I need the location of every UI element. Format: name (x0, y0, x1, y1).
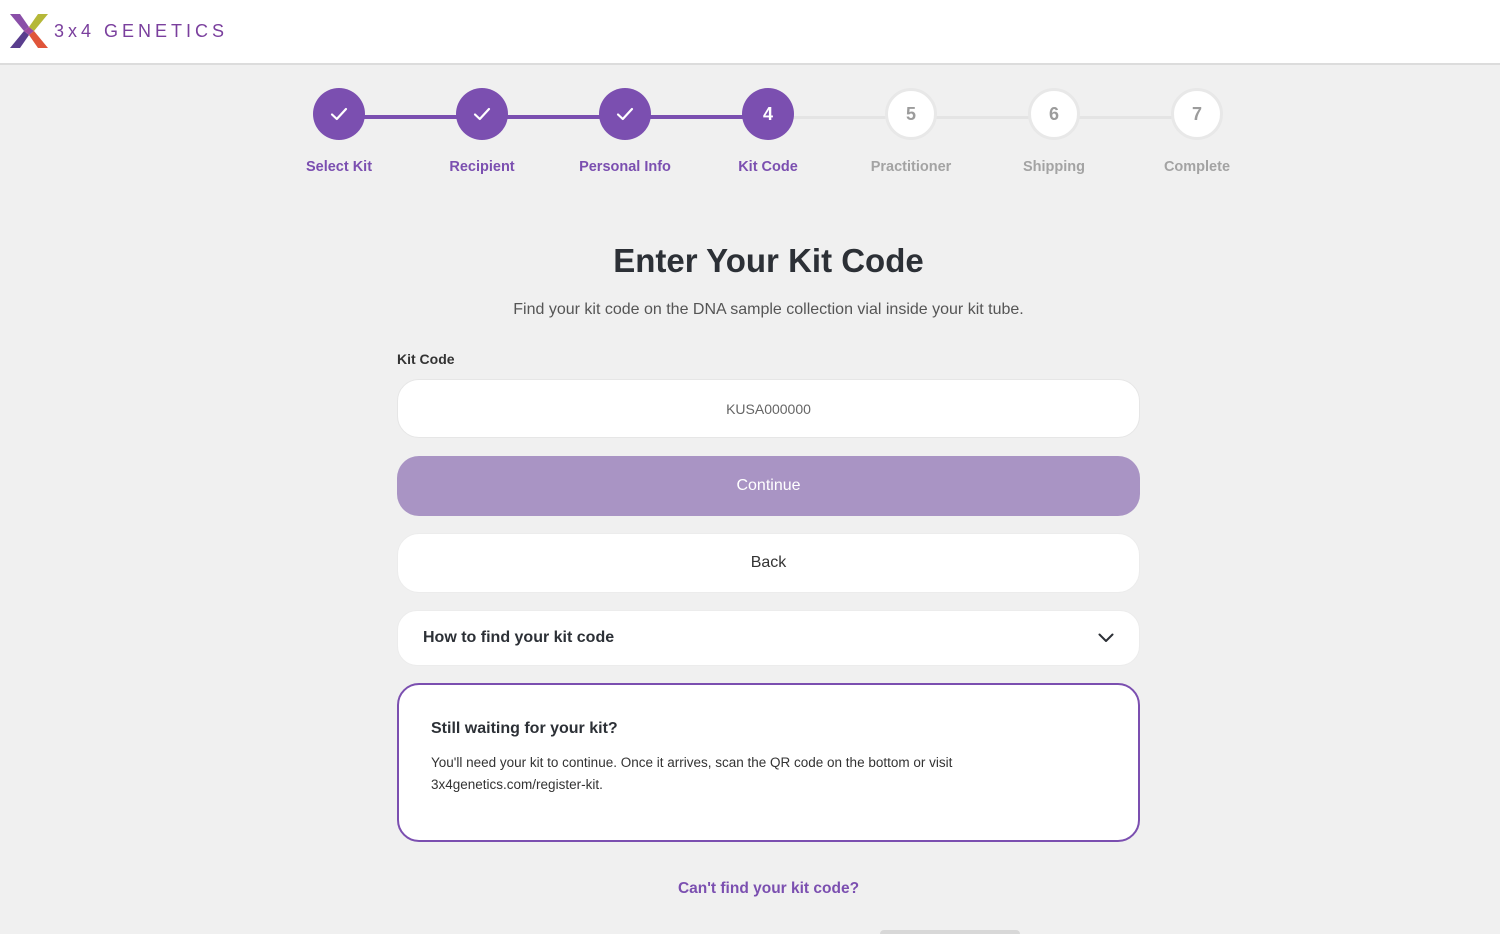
scroll-hint (880, 930, 1020, 934)
page-subtitle: Find your kit code on the DNA sample col… (513, 301, 1024, 318)
page-title: Enter Your Kit Code (613, 242, 924, 279)
kit-code-input[interactable] (397, 379, 1140, 438)
step-number: 6 (1028, 88, 1080, 140)
step-label: Personal Info (579, 159, 671, 175)
step-kit-code: 4 Kit Code (698, 88, 838, 175)
step-label: Practitioner (870, 159, 952, 175)
continue-button[interactable]: Continue (397, 456, 1140, 516)
step-label: Recipient (449, 159, 515, 175)
cant-find-kit-code-link[interactable]: Can't find your kit code? (0, 880, 1500, 898)
logo-mark-icon (10, 14, 48, 48)
brand-name: 3x4 GENETICS (54, 20, 229, 41)
step-complete: 7 Complete (1127, 88, 1267, 175)
kit-code-label: Kit Code (397, 351, 455, 367)
step-label: Complete (1163, 159, 1231, 175)
step-number: 4 (742, 88, 794, 140)
step-label: Kit Code (738, 159, 798, 175)
checkmark-icon (456, 88, 508, 140)
accordion-label: How to find your kit code (423, 629, 615, 646)
step-select-kit[interactable]: Select Kit (269, 88, 409, 175)
app-header: 3x4 GENETICS (0, 0, 1500, 65)
step-recipient[interactable]: Recipient (412, 88, 552, 175)
progress-stepper: Select Kit Recipient Personal Info 4 Kit Cod… (0, 88, 1500, 188)
info-card-body: You'll need your kit to continue. Once i… (431, 755, 953, 792)
step-shipping: 6 Shipping (984, 88, 1124, 175)
step-number: 7 (1171, 88, 1223, 140)
chevron-down-icon (1097, 629, 1115, 647)
step-personal-info[interactable]: Personal Info (555, 88, 695, 175)
step-label: Select Kit (305, 159, 373, 175)
step-practitioner: 5 Practitioner (841, 88, 981, 175)
checkmark-icon (599, 88, 651, 140)
step-number: 5 (885, 88, 937, 140)
brand-logo[interactable]: 3x4 GENETICS (10, 14, 228, 48)
back-button[interactable]: Back (397, 533, 1140, 593)
step-label: Shipping (1022, 159, 1085, 175)
checkmark-icon (313, 88, 365, 140)
waiting-for-kit-card: Still waiting for your kit? You'll need … (397, 683, 1140, 842)
info-card-title: Still waiting for your kit? (431, 720, 618, 737)
how-to-find-kit-code-accordion[interactable]: How to find your kit code (397, 610, 1140, 666)
